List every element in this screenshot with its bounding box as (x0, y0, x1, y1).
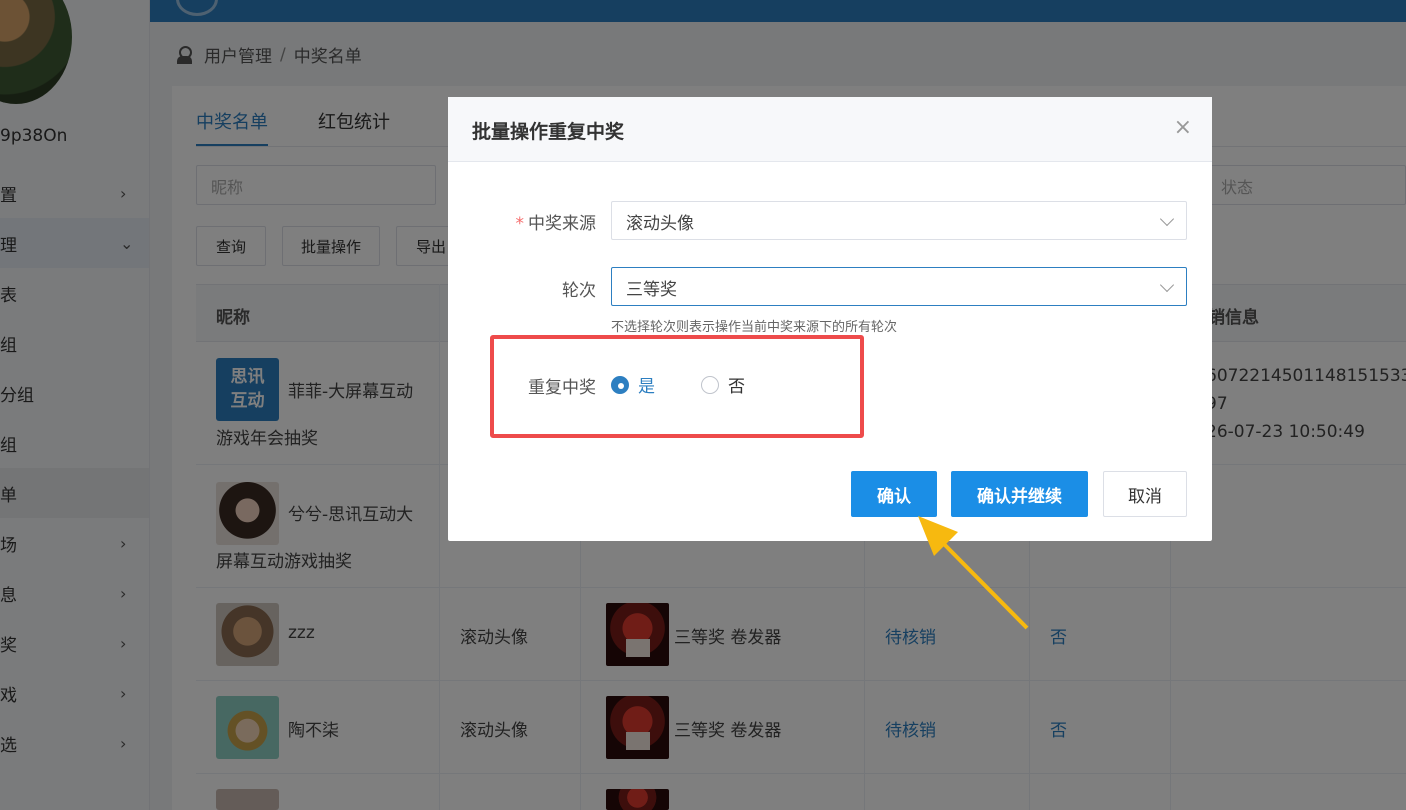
annotation-arrow-icon (918, 516, 1029, 630)
arrow-shaft (938, 538, 1029, 630)
